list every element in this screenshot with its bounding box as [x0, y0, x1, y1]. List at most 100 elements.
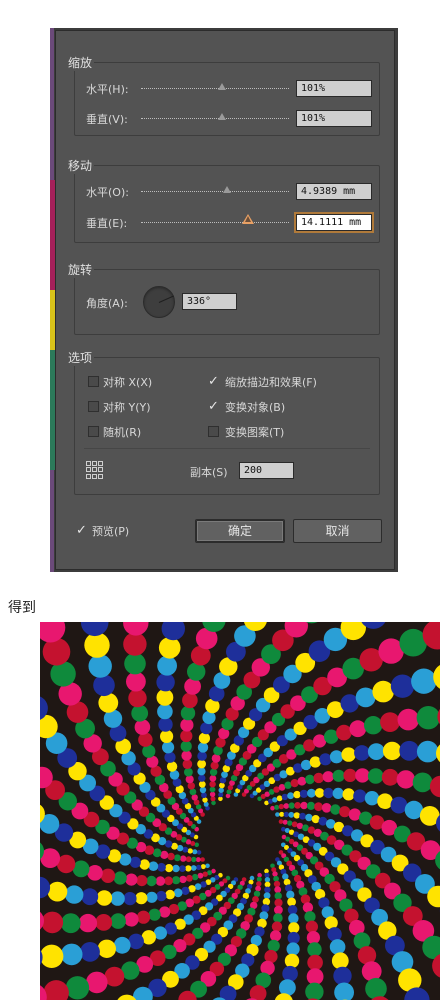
move-vertical-slider[interactable]	[141, 222, 289, 223]
artwork-dot	[158, 637, 181, 659]
rotate-angle-input[interactable]: 336°	[182, 293, 237, 310]
transform-patterns-label[interactable]: 变换图案(T)	[225, 424, 284, 440]
artwork-dot	[164, 864, 174, 873]
artwork-dot	[272, 797, 278, 803]
scale-vertical-slider[interactable]	[141, 118, 289, 119]
artwork-dot	[200, 722, 213, 735]
artwork-dot	[86, 971, 108, 994]
artwork-dot	[306, 968, 324, 985]
preview-checkbox[interactable]: ✓	[76, 524, 87, 537]
move-horizontal-input[interactable]: 4.9389 mm	[296, 183, 372, 200]
scale-strokes-label[interactable]: 缩放描边和效果(F)	[225, 374, 317, 390]
move-horizontal-slider[interactable]	[141, 191, 289, 192]
artwork-dot	[205, 863, 210, 869]
artwork-dot	[336, 724, 352, 741]
scale-horizontal-input[interactable]: 101%	[296, 80, 372, 97]
artwork-dot	[156, 689, 174, 706]
mirror-x-label[interactable]: 对称 X(X)	[103, 374, 152, 390]
artwork-dot	[187, 848, 193, 854]
artwork-dot	[349, 720, 367, 738]
artwork-dot	[354, 745, 370, 761]
scale-horizontal-slider[interactable]	[141, 88, 289, 89]
artwork-dot	[198, 780, 206, 788]
artwork-dot	[263, 892, 271, 899]
artwork-dot	[261, 904, 270, 913]
random-checkbox[interactable]	[88, 426, 99, 437]
artwork-dot	[257, 872, 262, 878]
artwork-dot	[65, 976, 90, 1000]
artwork-dot	[355, 768, 370, 783]
artwork-dot	[255, 885, 261, 892]
artwork-dot	[180, 718, 194, 732]
artwork-dot	[197, 742, 209, 753]
artwork-dot	[180, 740, 192, 752]
artwork-dot	[191, 856, 197, 863]
artwork-dot	[416, 740, 439, 763]
scale-horizontal-slider-thumb[interactable]	[218, 83, 227, 90]
artwork-dot	[201, 792, 207, 799]
artwork-dot	[293, 790, 301, 799]
move-group	[74, 165, 380, 243]
random-label[interactable]: 随机(R)	[103, 424, 141, 440]
artwork-dot	[273, 875, 279, 882]
tunnel-dots-artwork	[40, 622, 440, 1000]
artwork-dot	[123, 892, 137, 906]
artwork-dot	[202, 871, 208, 877]
artwork-dot	[319, 753, 332, 766]
artwork-dot	[329, 939, 346, 955]
artwork-dot	[287, 931, 300, 945]
move-horizontal-slider-thumb[interactable]	[222, 186, 231, 193]
artwork-dot	[294, 802, 301, 809]
artwork-dot	[286, 942, 300, 956]
artwork-dot	[313, 772, 324, 784]
artwork-dot	[321, 803, 332, 813]
artwork-dot	[165, 889, 175, 900]
reference-point-icon[interactable]	[86, 461, 104, 479]
cancel-button[interactable]: 取消	[293, 519, 382, 543]
artwork-dot	[390, 674, 415, 698]
artwork-dot	[190, 865, 197, 871]
artwork-dot	[279, 811, 285, 817]
ok-button[interactable]: 确定	[195, 519, 285, 543]
artwork-dot	[307, 788, 316, 798]
artwork-dot	[382, 741, 402, 761]
copies-input[interactable]: 200	[239, 462, 294, 479]
artwork-dot	[314, 788, 325, 798]
preview-label[interactable]: 预览(P)	[92, 523, 129, 539]
artwork-dot	[41, 911, 64, 934]
mirror-x-checkbox[interactable]	[88, 376, 99, 387]
artwork-dot	[197, 759, 207, 769]
mirror-y-label[interactable]: 对称 Y(Y)	[103, 399, 151, 415]
artwork-dot	[172, 864, 180, 873]
artwork-dot	[160, 729, 174, 743]
move-vertical-slider-thumb[interactable]	[241, 214, 254, 224]
artwork-dot	[124, 652, 146, 675]
scale-strokes-checkbox[interactable]: ✓	[208, 375, 219, 388]
artwork-dot	[274, 898, 283, 907]
scale-horizontal-label: 水平(H):	[86, 83, 129, 96]
result-caption: 得到	[8, 600, 36, 616]
artwork-dot	[270, 805, 275, 811]
rotate-angle-dial[interactable]	[143, 286, 175, 318]
artwork-dot	[100, 868, 116, 883]
artwork-dot	[211, 800, 216, 806]
artwork-dot	[110, 913, 126, 929]
artwork-dot	[367, 743, 385, 760]
transform-objects-label[interactable]: 变换对象(B)	[225, 399, 285, 415]
artwork-dot	[60, 943, 83, 966]
artwork-dot	[98, 692, 119, 713]
transform-each-dialog: 缩放 水平(H): 101% 垂直(V): 101% 移动 水平(O): 4.9…	[55, 30, 395, 570]
transform-patterns-checkbox[interactable]	[208, 426, 219, 437]
mirror-y-checkbox[interactable]	[88, 401, 99, 412]
artwork-dot	[172, 876, 181, 885]
transform-objects-checkbox[interactable]: ✓	[208, 400, 219, 413]
artwork-dot	[157, 862, 166, 872]
artwork-dot	[125, 873, 138, 886]
artwork-dot	[184, 678, 202, 695]
scale-vertical-input[interactable]: 101%	[296, 110, 372, 127]
move-group-title: 移动	[66, 157, 95, 174]
artwork-dot	[182, 759, 193, 769]
move-vertical-input[interactable]: 14.1111 mm	[296, 214, 372, 231]
move-horizontal-label: 水平(O):	[86, 186, 129, 199]
scale-vertical-slider-thumb[interactable]	[218, 113, 227, 120]
